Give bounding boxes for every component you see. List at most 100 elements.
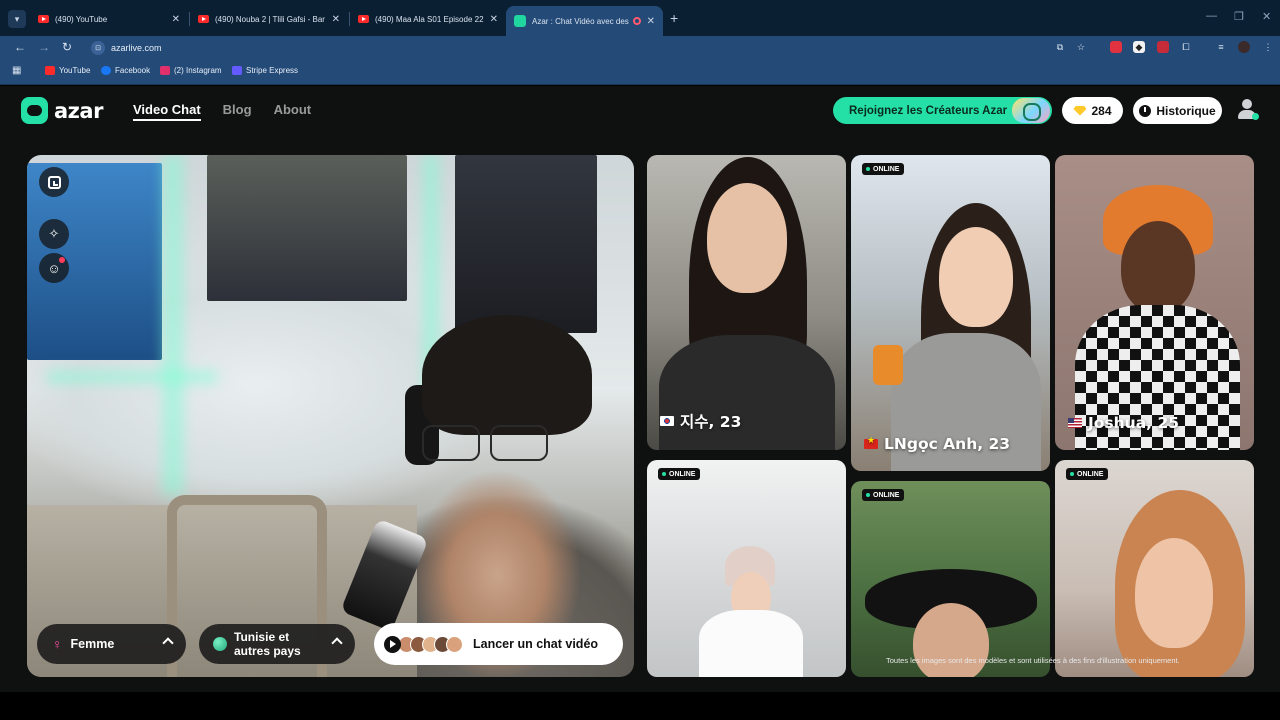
led-light [162, 155, 184, 495]
clock-icon [1139, 104, 1152, 117]
nav-video-chat[interactable]: Video Chat [133, 102, 201, 121]
profile-name: LNgọc Anh, 23 [864, 435, 1010, 453]
back-icon[interactable]: ← [14, 40, 26, 54]
emoji-button[interactable]: ☺ [39, 253, 69, 283]
minimize-icon[interactable]: — [1206, 10, 1217, 22]
play-icon [384, 635, 401, 653]
join-creators-button[interactable]: Rejoignez les Créateurs Azar [833, 97, 1052, 124]
gems-balance-button[interactable]: 284 [1062, 97, 1123, 124]
profile-face [939, 227, 1013, 327]
bookmark-youtube[interactable]: YouTube [45, 66, 90, 75]
extension-icon[interactable] [1110, 41, 1122, 53]
extension-icon[interactable] [1157, 41, 1169, 53]
close-tab-icon[interactable]: ✕ [490, 14, 498, 25]
profile-clothing [659, 335, 835, 450]
extension-icon[interactable]: ◆ [1133, 41, 1145, 53]
extensions-puzzle-icon[interactable]: ⧠ [1180, 41, 1192, 53]
profile-avatar-icon[interactable] [1238, 41, 1250, 53]
country-filter[interactable]: Tunisie et autres pays [199, 624, 355, 664]
history-label: Historique [1156, 103, 1216, 118]
nav-blog[interactable]: Blog [223, 102, 252, 121]
person-hair [422, 315, 592, 435]
creators-decoration-icon [1012, 98, 1050, 123]
site-info-icon[interactable]: ⊡ [91, 41, 105, 55]
recording-icon [632, 17, 641, 25]
profile-name: Joshua, 25 [1068, 414, 1179, 432]
country-filter-label: Tunisie et autres pays [234, 630, 301, 658]
profile-card[interactable]: ONLINE [647, 460, 846, 677]
address-bar-row: ← → ↻ ⊡ azarlive.com ⧉ ☆ ◆ ⧠ ≡ ⋮ [0, 36, 1280, 60]
bookmark-instagram[interactable]: (2) Instagram [160, 66, 222, 75]
vietnam-flag-icon [864, 436, 878, 449]
bookmarks-bar: ▦ YouTube Facebook (2) Instagram Stripe … [0, 60, 1280, 85]
gem-icon [1073, 105, 1087, 116]
apps-grid-icon[interactable]: ▦ [12, 65, 21, 76]
tab-title: (490) YouTube [55, 14, 108, 24]
start-button-label: Lancer un chat vidéo [473, 637, 599, 651]
new-tab-button[interactable]: + [670, 10, 678, 26]
profile-card[interactable]: 지수, 23 [647, 155, 846, 450]
country-line-1: Tunisie et [234, 630, 290, 644]
bookmark-label: Stripe Express [246, 66, 299, 75]
restore-icon[interactable]: ❐ [1234, 10, 1244, 23]
online-status-dot [1252, 113, 1259, 120]
gender-filter-label: Femme [70, 637, 115, 651]
browser-tab[interactable]: (490) Nouba 2 | Tlili Gafsi - Bar ✕ [190, 6, 348, 32]
expand-button[interactable] [39, 167, 69, 197]
glasses-lens [490, 425, 548, 461]
browser-tab[interactable]: (490) YouTube ✕ [30, 6, 188, 32]
profile-card[interactable]: ONLINE [1055, 460, 1254, 677]
expand-icon [47, 175, 61, 189]
bookmark-star-icon[interactable]: ☆ [1075, 41, 1087, 53]
omnibox[interactable]: ⊡ azarlive.com [88, 38, 1098, 58]
media-control-icon[interactable]: ≡ [1215, 41, 1227, 53]
bookmark-stripe-express[interactable]: Stripe Express [232, 66, 298, 75]
youtube-icon [358, 15, 369, 23]
close-window-icon[interactable]: ✕ [1262, 10, 1271, 23]
led-light [47, 370, 217, 384]
start-video-chat-button[interactable]: Lancer un chat vidéo [374, 623, 623, 665]
notification-dot [59, 257, 65, 263]
cast-icon[interactable]: ⧉ [1054, 41, 1066, 53]
tab-search-button[interactable]: ▾ [8, 10, 26, 28]
bookmark-label: YouTube [59, 66, 91, 75]
tab-title: (490) Nouba 2 | Tlili Gafsi - Bar [215, 14, 325, 24]
effects-button[interactable]: ✧ [39, 219, 69, 249]
bookmark-label: Facebook [115, 66, 151, 75]
korea-flag-icon [660, 416, 674, 426]
drink-glass [873, 345, 903, 385]
join-creators-label: Rejoignez les Créateurs Azar [849, 104, 1008, 117]
profile-card[interactable]: ONLINE [851, 481, 1050, 677]
azar-page: azar Video Chat Blog About Rejoignez les… [0, 86, 1280, 692]
profile-name-text: Joshua, 25 [1088, 414, 1180, 432]
bookmark-label: (2) Instagram [174, 66, 222, 75]
tab-title: (490) Maa Ala S01 Episode 22 ( [375, 14, 484, 24]
glasses [422, 425, 562, 465]
wall-poster [207, 155, 407, 301]
azar-favicon-icon [514, 15, 526, 27]
browser-tab[interactable]: (490) Maa Ala S01 Episode 22 ( ✕ [350, 6, 506, 32]
menu-dots-icon[interactable]: ⋮ [1262, 41, 1274, 53]
user-avatar[interactable] [1237, 98, 1259, 120]
browser-tab-active[interactable]: Azar : Chat Vidéo avec des ✕ [506, 6, 663, 36]
forward-icon[interactable]: → [38, 40, 50, 54]
magic-wand-icon: ✧ [48, 226, 60, 241]
chevron-up-icon [331, 637, 343, 649]
nav-about[interactable]: About [274, 102, 312, 121]
profile-face [1121, 221, 1195, 313]
azar-logo[interactable]: azar [21, 97, 103, 124]
bookmark-facebook[interactable]: Facebook [101, 66, 150, 75]
online-badge: ONLINE [1066, 468, 1109, 480]
close-tab-icon[interactable]: ✕ [647, 16, 655, 27]
profile-card[interactable]: Joshua, 25 [1055, 155, 1254, 450]
taskbar [0, 692, 1280, 720]
history-button[interactable]: Historique [1133, 97, 1222, 124]
facebook-icon [101, 66, 111, 75]
url-text: azarlive.com [111, 43, 162, 53]
gender-filter[interactable]: ♀ Femme [37, 624, 186, 664]
profile-card[interactable]: ONLINE LNgọc Anh, 23 [851, 155, 1050, 471]
close-tab-icon[interactable]: ✕ [172, 14, 180, 25]
glasses-lens [422, 425, 480, 461]
close-tab-icon[interactable]: ✕ [332, 14, 340, 25]
reload-icon[interactable]: ↻ [62, 40, 72, 54]
